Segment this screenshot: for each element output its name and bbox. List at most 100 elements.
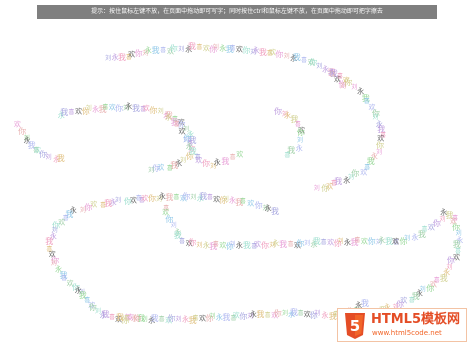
trail-glyph: 欢: [254, 240, 262, 249]
trail-glyph: 刘: [175, 315, 182, 323]
trail-glyph: 你: [261, 240, 269, 250]
logo-brand: HTML5模板网: [371, 312, 461, 327]
trail-glyph: 我: [45, 236, 54, 246]
trail-glyph: 喜: [300, 56, 308, 64]
trail-glyph: 永: [235, 241, 243, 250]
html5-shield-icon: 5: [345, 313, 365, 339]
trail-glyph: 喜: [284, 151, 291, 159]
trail-glyph: 刘: [222, 195, 229, 203]
trail-glyph: 刘: [190, 194, 197, 201]
trail-glyph: 刘: [141, 316, 148, 323]
trail-glyph: 刘: [45, 154, 52, 162]
trail-glyph: 我: [56, 154, 65, 164]
trail-glyph: 喜: [229, 154, 236, 162]
trail-glyph: 永: [272, 239, 280, 248]
trail-glyph: 我: [60, 107, 69, 117]
trail-glyph: 你: [296, 128, 305, 138]
handwriting-trail: 刘永我喜欢你刘永我喜欢你刘永我喜欢你刘永我喜欢你刘永我喜欢你刘永我喜欢你刘永我喜…: [0, 0, 474, 351]
trail-glyph: 你: [134, 49, 143, 59]
trail-glyph: 刘: [85, 105, 92, 113]
trail-glyph: 我: [258, 47, 267, 57]
trail-glyph: 你: [275, 49, 284, 59]
trail-glyph: 喜: [212, 241, 219, 249]
trail-glyph: 喜: [354, 236, 361, 244]
trail-glyph: 我: [279, 239, 288, 249]
trail-glyph: 刘: [196, 241, 203, 249]
trail-glyph: 你: [274, 107, 282, 116]
trail-glyph: 刘: [148, 166, 155, 174]
trail-glyph: 喜: [287, 241, 294, 249]
trail-glyph: 刘: [314, 310, 321, 318]
writing-canvas[interactable]: 刘永我喜欢你刘永我喜欢你刘永我喜欢你刘永我喜欢你刘永我喜欢你刘永我喜欢你刘永我喜…: [0, 0, 474, 351]
trail-glyph: 你: [242, 46, 251, 56]
trail-glyph: 你: [149, 105, 158, 115]
trail-glyph: 喜: [264, 311, 271, 319]
trail-glyph: 你: [188, 238, 197, 248]
trail-glyph: 我: [439, 273, 448, 283]
trail-glyph: 刘: [337, 237, 344, 245]
trail-glyph: 喜: [173, 194, 180, 202]
trail-glyph: 永: [213, 158, 221, 167]
trail-glyph: 我: [151, 46, 160, 56]
trail-glyph: 你: [133, 313, 142, 323]
trail-glyph: 刘: [212, 44, 219, 52]
trail-glyph: 你: [148, 194, 156, 204]
trail-glyph: 刘: [296, 137, 304, 144]
badge-number: 5: [350, 317, 360, 335]
trail-glyph: 你: [115, 103, 124, 113]
trail-glyph: 刘: [79, 206, 86, 214]
trail-glyph: 喜: [408, 296, 415, 304]
trail-glyph: 喜: [320, 238, 327, 246]
trail-glyph: 我: [292, 53, 301, 63]
trail-glyph: 我: [165, 192, 174, 202]
trail-glyph: 永: [343, 176, 351, 185]
trail-glyph: 我: [150, 314, 159, 324]
trail-glyph: 喜: [192, 314, 199, 322]
trail-glyph: 你: [167, 313, 176, 323]
trail-glyph: 你: [296, 238, 305, 248]
trail-glyph: 我: [187, 42, 196, 52]
trail-glyph: 喜: [100, 202, 107, 210]
trail-glyph: 你: [123, 197, 132, 207]
trail-glyph: 喜: [166, 165, 173, 173]
trail-glyph: 你: [273, 308, 282, 318]
trail-glyph: 欢: [236, 150, 244, 159]
trail-glyph: 我: [221, 156, 230, 166]
trail-glyph: 喜: [158, 316, 165, 323]
trail-glyph: 刘: [404, 234, 411, 242]
trail-glyph: 我: [361, 299, 369, 308]
trail-glyph: 刘: [105, 54, 112, 62]
trail-glyph: 喜: [297, 310, 304, 318]
site-logo: 5 HTML5模板网 www.html5code.net: [337, 308, 467, 342]
trail-glyph: 我: [242, 241, 251, 251]
trail-glyph: 欢: [392, 237, 400, 246]
trail-glyph: 你: [321, 184, 330, 194]
trail-glyph: 刘: [313, 185, 320, 193]
trail-glyph: 喜: [206, 194, 213, 202]
trail-glyph: 喜: [229, 44, 236, 52]
trail-glyph: 你: [239, 311, 248, 321]
trail-glyph: 欢: [247, 199, 255, 208]
trail-glyph: 你: [169, 44, 178, 54]
trail-glyph: 你: [182, 192, 191, 202]
trail-glyph: 刘: [178, 45, 185, 53]
trail-glyph: 喜: [239, 198, 246, 206]
trail-glyph: 喜: [421, 226, 428, 234]
trail-glyph: 刘: [209, 313, 216, 321]
trail-glyph: 我: [256, 310, 265, 320]
trail-glyph: 我: [116, 313, 124, 322]
trail-glyph: 你: [426, 283, 435, 293]
trail-glyph: 喜: [102, 103, 109, 111]
trail-glyph: 喜: [178, 238, 186, 245]
trail-glyph: 刘: [283, 52, 290, 60]
trail-glyph: 永: [321, 311, 329, 319]
trail-glyph: 喜: [196, 43, 203, 51]
trail-glyph: 我: [271, 207, 279, 216]
trail-glyph: 永: [144, 46, 152, 55]
trail-glyph: 刘: [229, 240, 236, 248]
trail-glyph: 你: [367, 237, 376, 247]
trail-glyph: 我: [222, 313, 231, 323]
trail-glyph: 喜: [68, 108, 75, 116]
trail-glyph: 你: [202, 159, 210, 168]
trail-glyph: 刘: [281, 310, 289, 317]
